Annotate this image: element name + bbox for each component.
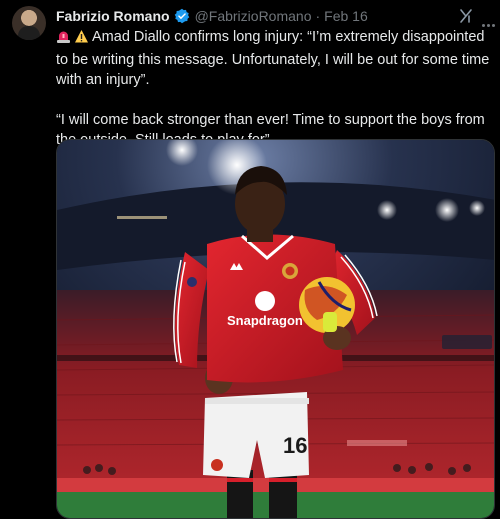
tweet-text: Amad Diallo confirms long injury: “I’m e… <box>56 27 494 150</box>
avatar[interactable] <box>12 6 46 40</box>
tweet-paragraph-1: Amad Diallo confirms long injury: “I’m e… <box>56 27 494 90</box>
grok-icon[interactable] <box>458 8 474 24</box>
verified-badge-icon <box>174 8 190 24</box>
siren-emoji <box>56 29 71 50</box>
tweet-date[interactable]: Feb 16 <box>324 8 368 24</box>
tweet-header: Fabrizio Romano @FabrizioRomano · Feb 16 <box>56 6 490 26</box>
author-name[interactable]: Fabrizio Romano <box>56 8 170 24</box>
tweet-photo[interactable]: 16 Snapdragon <box>56 139 495 519</box>
warning-emoji <box>74 29 89 50</box>
paragraph-1-text: Amad Diallo confirms long injury: “I’m e… <box>56 29 490 88</box>
photo-scene: 16 Snapdragon <box>57 140 494 518</box>
author-handle[interactable]: @FabrizioRomano <box>195 8 312 24</box>
shirt-number-label: 16 <box>283 433 307 458</box>
more-icon[interactable] <box>482 14 498 27</box>
separator-dot: · <box>315 8 321 24</box>
sponsor-label: Snapdragon <box>227 313 303 328</box>
